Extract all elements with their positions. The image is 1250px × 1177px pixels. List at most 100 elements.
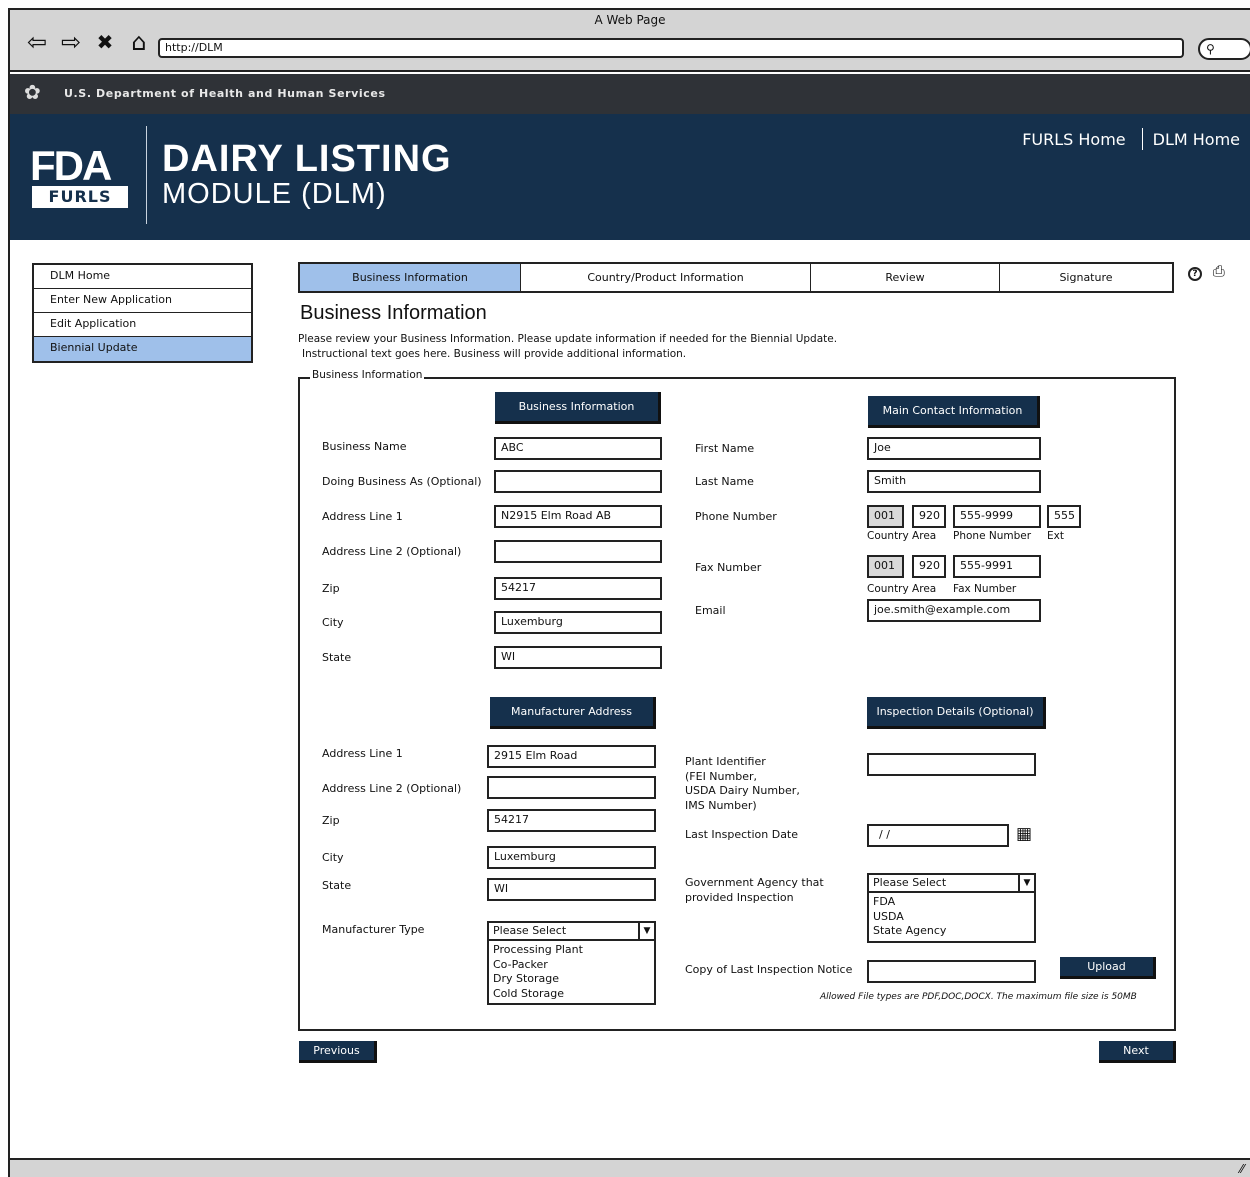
calendar-icon[interactable]: ▦	[1016, 824, 1032, 844]
city-input[interactable]: Luxemburg	[494, 611, 662, 634]
forward-icon[interactable]: ⇨	[56, 28, 86, 56]
wizard-tabs: Business Information Country/Product Inf…	[298, 262, 1174, 293]
search-icon[interactable]: ⚲	[1198, 38, 1250, 60]
fax-number-caption: Fax Number	[953, 583, 1017, 595]
email-input[interactable]: joe.smith@example.com	[867, 599, 1041, 622]
app-subtitle: MODULE (DLM)	[162, 178, 387, 210]
phone-number-caption: Phone Number	[953, 530, 1032, 542]
mfr-address1-label: Address Line 1	[322, 747, 403, 760]
business-name-input[interactable]: ABC	[494, 437, 662, 460]
mfr-type-option[interactable]: Processing Plant	[493, 943, 650, 958]
site-banner: FDA FURLS DAIRY LISTING MODULE (DLM) FUR…	[10, 114, 1250, 240]
mfr-address1-input[interactable]: 2915 Elm Road	[487, 745, 656, 768]
fax-country-input[interactable]: 001	[867, 555, 904, 578]
sidebar-item-edit-application[interactable]: Edit Application	[34, 313, 251, 337]
agency-select[interactable]: Please Select ▼	[867, 873, 1036, 893]
phone-label: Phone Number	[695, 510, 777, 523]
banner-divider	[146, 126, 147, 224]
phone-number-input[interactable]: 555-9999	[953, 505, 1041, 528]
zip-label: Zip	[322, 582, 340, 595]
city-label: City	[322, 616, 344, 629]
mfr-type-label: Manufacturer Type	[322, 923, 425, 936]
page-tools: ? ⎙	[1188, 262, 1225, 281]
intro-line-2: Instructional text goes here. Business w…	[302, 348, 687, 360]
agency-name: U.S. Department of Health and Human Serv…	[64, 87, 386, 100]
manufacturer-section-header: Manufacturer Address	[490, 697, 656, 729]
phone-area-input[interactable]: 920	[912, 505, 946, 528]
phone-ext-caption: Ext	[1047, 530, 1064, 542]
zip-input[interactable]: 54217	[494, 577, 662, 600]
resize-grip-icon[interactable]: ⁄⁄	[1240, 1162, 1244, 1176]
header-links: FURLS Home DLM Home	[1022, 128, 1240, 150]
browser-titlebar: A Web Page ⇦ ⇨ ✖ ⌂ http://DLM ⚲	[10, 10, 1250, 72]
mfr-zip-input[interactable]: 54217	[487, 809, 656, 832]
chevron-down-icon[interactable]: ▼	[638, 923, 654, 939]
business-name-label: Business Name	[322, 440, 407, 453]
fax-area-input[interactable]: 920	[912, 555, 946, 578]
print-icon[interactable]: ⎙	[1213, 262, 1225, 280]
fax-label: Fax Number	[695, 561, 762, 574]
mfr-type-option[interactable]: Dry Storage	[493, 972, 650, 987]
agency-option[interactable]: FDA	[873, 895, 1030, 910]
chevron-down-icon[interactable]: ▼	[1018, 875, 1034, 891]
url-bar[interactable]: http://DLM	[158, 38, 1184, 58]
help-icon[interactable]: ?	[1188, 267, 1202, 281]
mfr-address2-input[interactable]	[487, 776, 656, 799]
first-name-label: First Name	[695, 442, 755, 455]
first-name-input[interactable]: Joe	[867, 437, 1041, 460]
mfr-state-input[interactable]: WI	[487, 878, 656, 901]
dlm-home-link[interactable]: DLM Home	[1153, 130, 1240, 149]
mfr-type-select[interactable]: Please Select ▼	[487, 921, 656, 941]
mfr-type-option[interactable]: Cold Storage	[493, 987, 650, 1002]
copy-notice-label: Copy of Last Inspection Notice	[685, 963, 853, 976]
tab-country-product[interactable]: Country/Product Information	[521, 264, 811, 291]
business-info-section-header: Business Information	[495, 392, 661, 424]
stop-icon[interactable]: ✖	[90, 28, 120, 56]
mfr-city-input[interactable]: Luxemburg	[487, 846, 656, 869]
next-button[interactable]: Next	[1099, 1041, 1176, 1063]
agency-option[interactable]: State Agency	[873, 924, 1030, 939]
furls-home-link[interactable]: FURLS Home	[1022, 130, 1125, 149]
upload-button[interactable]: Upload	[1060, 957, 1156, 979]
window-title: A Web Page	[594, 13, 666, 27]
fax-country-area-caption: Country Area	[867, 583, 937, 595]
address2-input[interactable]	[494, 540, 662, 563]
email-label: Email	[695, 604, 726, 617]
page-intro: Please review your Business Information.…	[298, 332, 837, 362]
mfr-address2-label: Address Line 2 (Optional)	[322, 782, 462, 795]
state-input[interactable]: WI	[494, 646, 662, 669]
home-icon[interactable]: ⌂	[124, 28, 154, 56]
fda-logo: FDA	[30, 142, 112, 189]
last-name-label: Last Name	[695, 475, 754, 488]
sidebar-item-dlm-home[interactable]: DLM Home	[34, 265, 251, 289]
file-type-note: Allowed File types are PDF,DOC,DOCX. The…	[820, 992, 1137, 1002]
fieldset-legend: Business Information	[310, 369, 425, 381]
copy-notice-input[interactable]	[867, 960, 1036, 983]
fax-number-input[interactable]: 555-9991	[953, 555, 1041, 578]
furls-logo: FURLS	[32, 186, 128, 208]
dba-label: Doing Business As (Optional)	[322, 475, 482, 488]
mfr-zip-label: Zip	[322, 814, 340, 827]
sidebar-item-new-application[interactable]: Enter New Application	[34, 289, 251, 313]
mfr-type-option[interactable]: Co-Packer	[493, 958, 650, 973]
address1-input[interactable]: N2915 Elm Road AB	[494, 505, 662, 528]
dba-input[interactable]	[494, 470, 662, 493]
back-icon[interactable]: ⇦	[22, 28, 52, 56]
intro-line-1: Please review your Business Information.…	[298, 333, 838, 345]
sidebar: DLM Home Enter New Application Edit Appl…	[32, 263, 253, 363]
last-inspection-date-input[interactable]: / /	[867, 824, 1009, 847]
phone-ext-input[interactable]: 555	[1047, 505, 1081, 528]
previous-button[interactable]: Previous	[299, 1041, 377, 1063]
tab-signature[interactable]: Signature	[1000, 264, 1172, 291]
tab-review[interactable]: Review	[811, 264, 1000, 291]
agency-option[interactable]: USDA	[873, 910, 1030, 925]
sidebar-item-biennial-update[interactable]: Biennial Update	[34, 337, 251, 361]
page-title: Business Information	[300, 302, 487, 324]
mfr-city-label: City	[322, 851, 344, 864]
phone-country-input[interactable]: 001	[867, 505, 904, 528]
last-name-input[interactable]: Smith	[867, 470, 1041, 493]
main-contact-section-header: Main Contact Information	[868, 396, 1040, 428]
state-label: State	[322, 651, 352, 664]
plant-id-input[interactable]	[867, 753, 1036, 776]
tab-business-information[interactable]: Business Information	[300, 264, 521, 291]
